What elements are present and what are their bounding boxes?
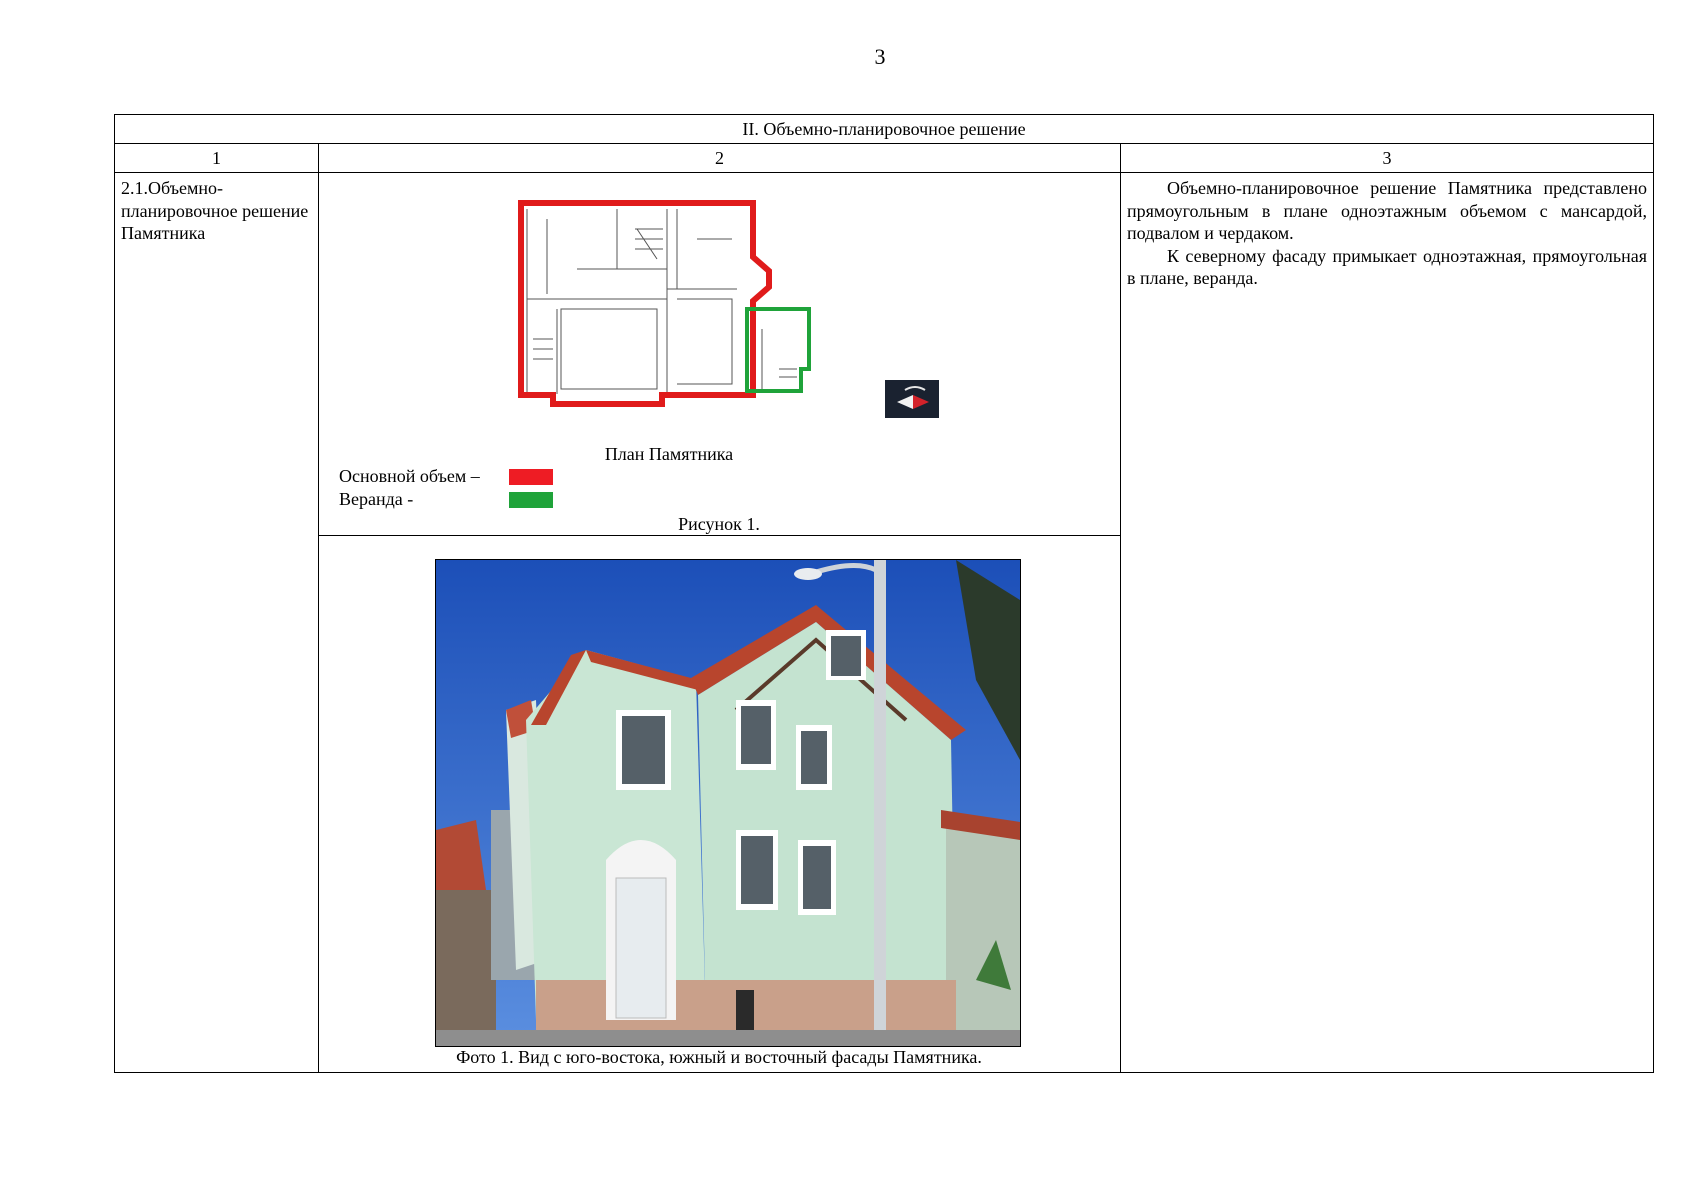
building-photo (435, 559, 1021, 1047)
figure-label: Рисунок 1. (678, 514, 760, 534)
compass-icon (885, 380, 939, 418)
column-header-1: 1 (114, 143, 319, 173)
photo-caption: Фото 1. Вид с юго-востока, южный и восто… (456, 1047, 982, 1067)
column-header-2: 2 (318, 143, 1121, 173)
plan-legend: Основной объем – Веранда - (339, 465, 553, 511)
column-header-3: 3 (1120, 143, 1654, 173)
planning-table: II. Объемно-планировочное решение 1 2 3 … (114, 114, 1654, 1073)
description-paragraph-1: Объемно-планировочное решение Памятника … (1127, 178, 1647, 243)
plan-caption: План Памятника (604, 444, 734, 464)
legend-item-veranda: Веранда - (339, 488, 553, 511)
veranda-outline (745, 307, 811, 393)
photo-cell: Фото 1. Вид с юго-востока, южный и восто… (318, 535, 1121, 1073)
legend-swatch-red (509, 468, 553, 485)
legend-label: Основной объем – (339, 466, 480, 487)
plan-figure-cell: План Памятника Основной объем – Веранда … (318, 172, 1121, 536)
description-paragraph-2: К северному фасаду примыкает одноэтажная… (1127, 245, 1647, 289)
legend-swatch-green (509, 491, 553, 508)
legend-label: Веранда - (339, 489, 414, 510)
legend-item-main-volume: Основной объем – (339, 465, 553, 488)
floor-plan-drawing (518, 200, 811, 407)
page-number: 3 (874, 44, 886, 69)
description-cell: Объемно-планировочное решение Памятника … (1120, 172, 1654, 1073)
parameter-cell: 2.1.Объемно-планировочное решение Памятн… (114, 172, 319, 1073)
section-title: II. Объемно-планировочное решение (114, 114, 1654, 144)
